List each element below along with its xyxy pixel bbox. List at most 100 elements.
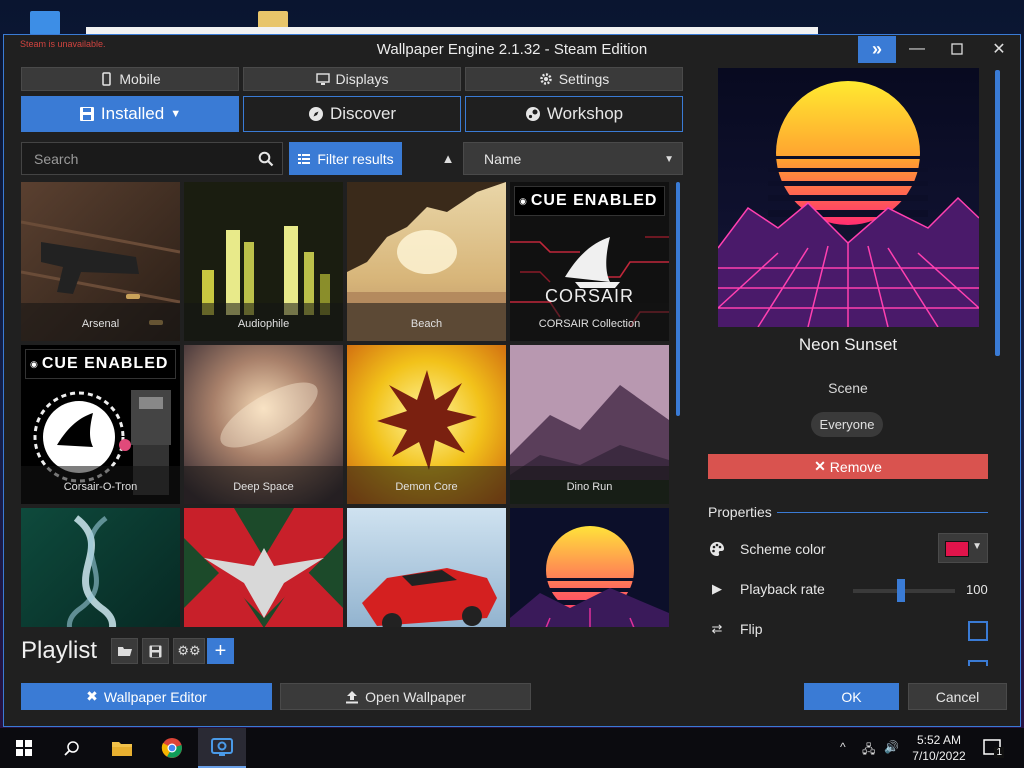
- wallpaper-title: Arsenal: [21, 303, 180, 341]
- clock-time: 5:52 AM: [916, 733, 962, 747]
- filter-list-icon: [297, 152, 311, 166]
- wallpaper-tile[interactable]: Deep Space: [184, 345, 343, 504]
- desktop-icon[interactable]: [30, 11, 60, 35]
- wallpaper-engine-taskbar-button[interactable]: [198, 728, 246, 768]
- wallpaper-tile[interactable]: Arsenal: [21, 182, 180, 341]
- filter-results-button[interactable]: Filter results: [289, 142, 402, 175]
- tab-workshop[interactable]: Workshop: [465, 96, 683, 132]
- sort-dropdown[interactable]: Name ▼: [463, 142, 683, 175]
- slider-thumb[interactable]: [897, 579, 905, 602]
- add-playlist-button[interactable]: +: [207, 638, 234, 664]
- flip-checkbox[interactable]: [968, 621, 988, 641]
- folder-open-icon: [117, 647, 132, 656]
- displays-label: Displays: [335, 71, 389, 87]
- tab-workshop-label: Workshop: [546, 104, 624, 123]
- maximize-button[interactable]: [938, 35, 976, 63]
- partially-visible-checkbox[interactable]: [968, 660, 988, 666]
- chevron-down-icon: ▼: [664, 154, 674, 165]
- search-input[interactable]: [22, 150, 242, 167]
- caret-down-icon: ▼: [972, 541, 982, 552]
- taskbar: ^ 🖧 🔊 5:52 AM 7/10/2022 1: [0, 728, 1024, 768]
- wallpaper-title: Demon Core: [347, 466, 506, 504]
- wallpaper-tile[interactable]: [184, 508, 343, 627]
- wallpaper-title: Dino Run: [510, 466, 669, 504]
- network-icon[interactable]: 🖧: [862, 740, 875, 761]
- wallpaper-tile[interactable]: Audiophile: [184, 182, 343, 341]
- sort-value: Name: [484, 150, 522, 167]
- notifications-button[interactable]: 1: [982, 738, 1004, 758]
- tools-icon: ✖: [86, 688, 98, 704]
- cue-badge: ◉ CUE ENABLED: [514, 186, 665, 216]
- search-icon[interactable]: [258, 151, 274, 167]
- search-taskbar-button[interactable]: [48, 728, 96, 768]
- wallpaper-engine-icon: [211, 738, 233, 756]
- windows-logo-icon: [16, 740, 32, 756]
- wallpaper-preview: [718, 68, 979, 327]
- scheme-color-label: Scheme color: [740, 541, 826, 557]
- caret-down-icon: ▼: [170, 108, 182, 120]
- wallpaper-tile-selected[interactable]: [510, 508, 669, 627]
- scheme-color-picker[interactable]: ▼: [938, 533, 988, 563]
- plus-icon: +: [214, 639, 227, 662]
- playback-rate-value: 100: [966, 582, 988, 597]
- mobile-button[interactable]: Mobile: [21, 67, 239, 91]
- properties-divider: [777, 512, 988, 513]
- wallpaper-editor-label: Wallpaper Editor: [103, 688, 207, 705]
- content-rating-badge: Everyone: [811, 412, 883, 437]
- volume-icon[interactable]: 🔊: [884, 740, 899, 754]
- file-explorer-button[interactable]: [98, 728, 146, 768]
- monitor-icon: [315, 72, 330, 86]
- wallpaper-tile[interactable]: Demon Core: [347, 345, 506, 504]
- grid-scrollbar[interactable]: [676, 182, 680, 416]
- chrome-button[interactable]: [148, 728, 196, 768]
- wallpaper-title: CORSAIR Collection: [510, 303, 669, 341]
- wallpaper-tile[interactable]: Beach: [347, 182, 506, 341]
- settings-button[interactable]: Settings: [465, 67, 683, 91]
- tab-discover[interactable]: Discover: [243, 96, 461, 132]
- upload-icon: [346, 690, 359, 703]
- save-playlist-button[interactable]: [142, 638, 169, 664]
- playlist-settings-button[interactable]: ⚙⚙: [173, 638, 205, 664]
- wallpaper-editor-button[interactable]: ✖ Wallpaper Editor: [21, 683, 272, 710]
- wallpaper-tile[interactable]: ◉ CUE ENABLED CORSAIR CORSAIR Collection: [510, 182, 669, 341]
- app-window: Steam is unavailable. Wallpaper Engine 2…: [3, 34, 1021, 727]
- tab-installed[interactable]: Installed ▼: [21, 96, 239, 132]
- minimize-button[interactable]: —: [898, 35, 936, 63]
- chevron-up-icon[interactable]: ^: [840, 740, 846, 754]
- tab-discover-label: Discover: [329, 104, 397, 123]
- system-clock[interactable]: 5:52 AM 7/10/2022: [900, 732, 978, 764]
- wallpaper-tile[interactable]: [347, 508, 506, 627]
- clock-date: 7/10/2022: [912, 749, 966, 763]
- notification-count: 1: [994, 747, 1004, 758]
- expand-icon[interactable]: »: [858, 36, 896, 63]
- start-button[interactable]: [0, 728, 48, 768]
- open-wallpaper-button[interactable]: Open Wallpaper: [280, 683, 531, 710]
- wallpaper-tile[interactable]: [21, 508, 180, 627]
- wallpaper-tile[interactable]: Dino Run: [510, 345, 669, 504]
- remove-button[interactable]: ✕ Remove: [708, 454, 988, 479]
- settings-label: Settings: [558, 71, 610, 87]
- open-playlist-folder-button[interactable]: [111, 638, 138, 664]
- red-car-thumbnail: [347, 508, 506, 627]
- eagle-emblem-thumbnail: [184, 508, 343, 627]
- dna-thumbnail: [21, 508, 180, 627]
- mobile-label: Mobile: [119, 71, 161, 87]
- wallpaper-tile[interactable]: ◉ CUE ENABLED Corsair-O-Tron: [21, 345, 180, 504]
- close-button[interactable]: ✕: [980, 35, 1018, 63]
- flip-label: Flip: [740, 621, 763, 637]
- maximize-icon: [951, 43, 963, 55]
- gears-icon: ⚙⚙: [177, 643, 201, 658]
- details-scrollbar[interactable]: [995, 70, 1000, 356]
- cue-logo-icon: ◉: [519, 195, 527, 206]
- swap-arrows-icon: ⇄: [711, 621, 723, 636]
- wallpaper-type: Scene: [828, 380, 868, 396]
- wallpaper-title: Deep Space: [184, 466, 343, 504]
- cue-badge: ◉ CUE ENABLED: [25, 349, 176, 379]
- sort-direction-icon[interactable]: ▲: [438, 149, 458, 167]
- wallpaper-grid: Arsenal Audiophile Beach ◉ CUE ENABLED C…: [21, 182, 671, 627]
- ok-button[interactable]: OK: [804, 683, 899, 710]
- cancel-button[interactable]: Cancel: [908, 683, 1007, 710]
- displays-button[interactable]: Displays: [243, 67, 461, 91]
- wallpaper-name: Neon Sunset: [798, 335, 898, 354]
- close-icon: ✕: [814, 458, 826, 474]
